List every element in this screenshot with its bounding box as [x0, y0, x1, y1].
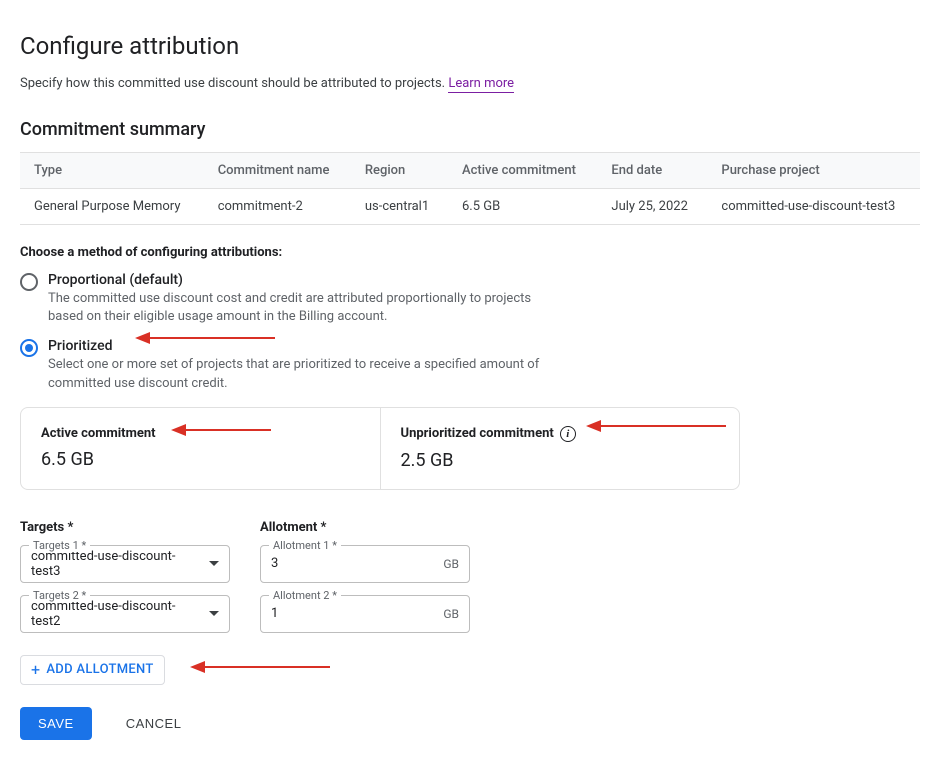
radio-prioritized-title: Prioritized: [48, 338, 568, 354]
allotment-1-input-wrap: Allotment 1 * GB: [260, 545, 470, 583]
radio-prioritized[interactable]: [20, 339, 38, 357]
allotment-2-input-wrap: Allotment 2 * GB: [260, 595, 470, 633]
page-title: Configure attribution: [20, 32, 920, 60]
radio-proportional[interactable]: [20, 273, 38, 291]
targets-column-label: Targets *: [20, 520, 230, 535]
radio-proportional-group: Proportional (default) The committed use…: [20, 272, 920, 326]
allotment-2-floating-label: Allotment 2 *: [269, 589, 341, 602]
active-commitment-value: 6.5 GB: [41, 449, 360, 470]
targets-1-value: committed-use-discount-test3: [31, 549, 203, 579]
radio-proportional-desc: The committed use discount cost and cred…: [48, 290, 568, 326]
allotment-1-input[interactable]: [271, 556, 437, 571]
unprioritized-commitment-label: Unprioritized commitment: [401, 426, 554, 441]
cell-active: 6.5 GB: [448, 189, 597, 225]
radio-proportional-title: Proportional (default): [48, 272, 568, 288]
col-region: Region: [351, 153, 448, 189]
chevron-down-icon: [209, 561, 219, 566]
unprioritized-commitment-value: 2.5 GB: [401, 450, 720, 471]
active-commitment-label: Active commitment: [41, 426, 156, 441]
col-active: Active commitment: [448, 153, 597, 189]
targets-2-floating-label: Targets 2 *: [29, 589, 90, 602]
save-button[interactable]: SAVE: [20, 707, 92, 740]
col-end: End date: [597, 153, 707, 189]
add-allotment-label: ADD ALLOTMENT: [46, 662, 153, 677]
cell-project: committed-use-discount-test3: [707, 189, 920, 225]
info-icon[interactable]: i: [560, 426, 576, 442]
commitment-summary-table: Type Commitment name Region Active commi…: [20, 152, 920, 225]
intro-prefix: Specify how this committed use discount …: [20, 76, 448, 91]
actions-row: SAVE CANCEL: [20, 707, 920, 740]
allotment-column-label: Allotment *: [260, 520, 470, 535]
intro-text: Specify how this committed use discount …: [20, 76, 920, 91]
allotment-2-input[interactable]: [271, 606, 437, 621]
cancel-button[interactable]: CANCEL: [120, 715, 188, 732]
cell-name: commitment-2: [204, 189, 351, 225]
commitment-box: Active commitment 6.5 GB Unprioritized c…: [20, 407, 740, 490]
radio-prioritized-desc: Select one or more set of projects that …: [48, 356, 568, 392]
col-name: Commitment name: [204, 153, 351, 189]
allotment-1-unit: GB: [443, 557, 459, 571]
targets-2-select[interactable]: Targets 2 * committed-use-discount-test2: [20, 595, 230, 633]
chevron-down-icon: [209, 611, 219, 616]
targets-1-floating-label: Targets 1 *: [29, 539, 90, 552]
table-header-row: Type Commitment name Region Active commi…: [20, 153, 920, 189]
table-row: General Purpose Memory commitment-2 us-c…: [20, 189, 920, 225]
targets-section: Targets * Targets 1 * committed-use-disc…: [20, 520, 920, 645]
method-label: Choose a method of configuring attributi…: [20, 245, 920, 260]
annotation-arrow-icon: [190, 657, 330, 677]
plus-icon: +: [31, 662, 40, 678]
targets-2-value: committed-use-discount-test2: [31, 599, 203, 629]
active-commitment-panel: Active commitment 6.5 GB: [21, 408, 380, 489]
targets-1-select[interactable]: Targets 1 * committed-use-discount-test3: [20, 545, 230, 583]
cell-end: July 25, 2022: [597, 189, 707, 225]
col-project: Purchase project: [707, 153, 920, 189]
add-allotment-button[interactable]: + ADD ALLOTMENT: [20, 655, 165, 685]
unprioritized-commitment-panel: Unprioritized commitment i 2.5 GB: [380, 408, 740, 489]
cell-region: us-central1: [351, 189, 448, 225]
allotment-2-unit: GB: [443, 607, 459, 621]
allotment-1-floating-label: Allotment 1 *: [269, 539, 341, 552]
col-type: Type: [20, 153, 204, 189]
summary-heading: Commitment summary: [20, 119, 920, 140]
radio-prioritized-group: Prioritized Select one or more set of pr…: [20, 338, 920, 392]
learn-more-link[interactable]: Learn more: [448, 76, 514, 93]
cell-type: General Purpose Memory: [20, 189, 204, 225]
